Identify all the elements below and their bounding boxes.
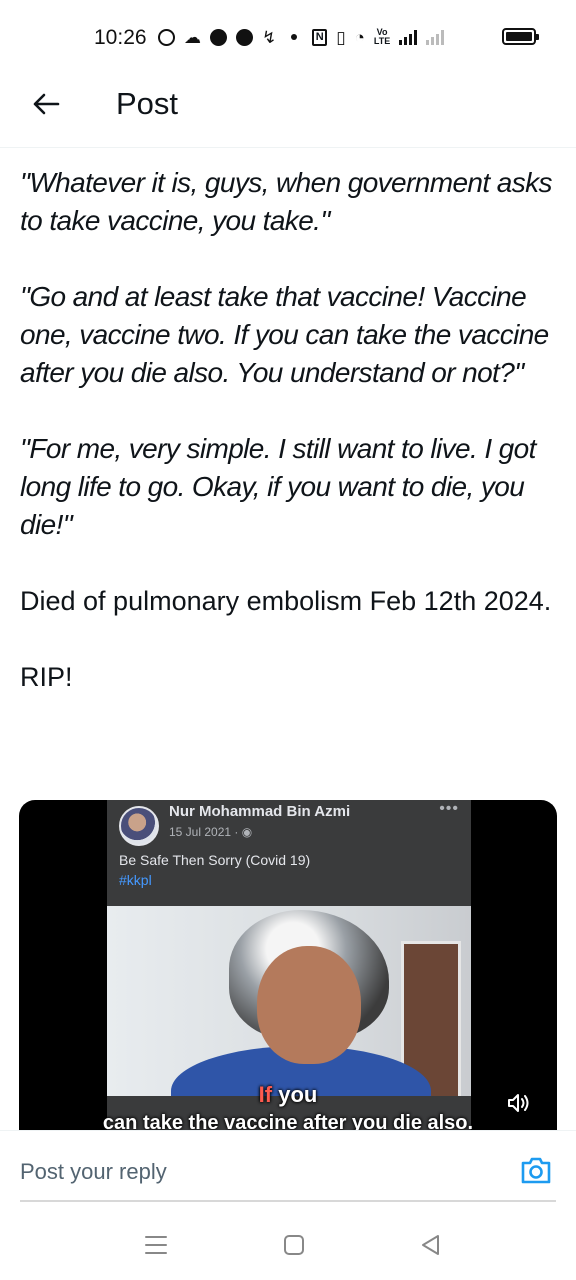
fb-hashtag: #kkpl	[119, 872, 152, 888]
subtitle-line-2: can take the vaccine after you die also.	[102, 1112, 474, 1130]
avatar	[119, 806, 159, 846]
more-options-icon: •••	[439, 800, 459, 817]
post-statement: Died of pulmonary embolism Feb 12th 2024…	[20, 586, 552, 616]
video-frame	[107, 906, 471, 1096]
home-button[interactable]	[281, 1232, 307, 1258]
status-icons: ☁ ↯ N ▯ ◔ Vo LTE	[158, 25, 445, 49]
system-nav-bar	[0, 1202, 576, 1280]
post-quote-2: "Go and at least take that vaccine! Vacc…	[20, 281, 549, 388]
menu-icon	[145, 1236, 167, 1254]
arrow-left-icon	[33, 93, 60, 115]
nfc-icon: N	[312, 28, 328, 46]
battery-icon	[502, 28, 539, 45]
globe-icon: ◉	[241, 825, 253, 839]
app-header: Post	[0, 72, 576, 148]
subtitle-line-1: If you	[258, 1082, 318, 1107]
back-button[interactable]	[26, 84, 66, 124]
fb-author-name: Nur Mohammad Bin Azmi	[169, 803, 351, 820]
post-quote-3: "For me, very simple. I still want to li…	[20, 433, 536, 540]
mute-button[interactable]	[507, 1092, 531, 1114]
wifi-icon: ◔	[354, 27, 365, 47]
signal-2-icon	[426, 29, 445, 45]
signal-icon	[399, 29, 418, 45]
facebook-icon	[210, 28, 227, 46]
messenger-icon	[236, 28, 253, 46]
fb-caption: Be Safe Then Sorry (Covid 19)	[119, 852, 311, 868]
post-rip: RIP!	[20, 662, 73, 692]
reply-input[interactable]: Post your reply	[20, 1159, 167, 1185]
person-face	[257, 946, 361, 1064]
system-back-button[interactable]	[418, 1232, 444, 1258]
vibrate-icon: ▯	[336, 27, 346, 47]
post-body: "Whatever it is, guys, when government a…	[20, 164, 556, 734]
post-quote-1: "Whatever it is, guys, when government a…	[20, 167, 553, 236]
home-square-icon	[284, 1235, 304, 1255]
recent-apps-button[interactable]	[143, 1232, 169, 1258]
page-title: Post	[116, 86, 179, 121]
camera-button[interactable]	[520, 1155, 552, 1185]
camera-icon	[521, 1157, 551, 1184]
status-time: 10:26	[94, 26, 147, 49]
whatsapp-icon	[158, 28, 175, 46]
fb-post-date: 15 Jul 2021 · ◉	[169, 825, 253, 839]
notification-dot-icon	[291, 34, 298, 40]
discord-icon: ☁	[184, 27, 201, 47]
back-triangle-icon	[422, 1235, 439, 1255]
volte-icon: Vo LTE	[373, 27, 391, 46]
status-bar: 10:26 ☁ ↯ N ▯ ◔ Vo LTE	[0, 0, 576, 72]
facebook-post-screenshot: Nur Mohammad Bin Azmi 15 Jul 2021 · ◉ ••…	[107, 800, 471, 1130]
reply-bar: Post your reply	[0, 1130, 576, 1202]
missed-call-icon: ↯	[262, 27, 277, 47]
speaker-icon	[508, 1094, 529, 1112]
video-media[interactable]: Nur Mohammad Bin Azmi 15 Jul 2021 · ◉ ••…	[19, 800, 557, 1130]
